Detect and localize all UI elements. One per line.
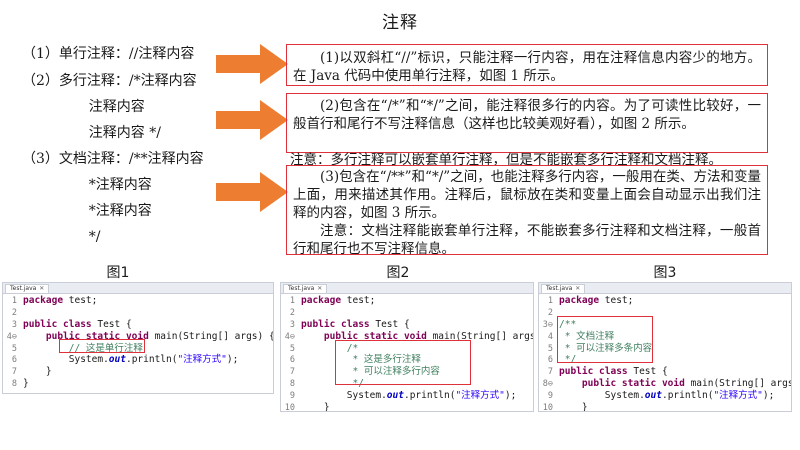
code-token: } bbox=[23, 378, 29, 390]
code-editor-figure-1: Test.java ✕ 1 package test; 2 3 public class … bbox=[2, 282, 274, 394]
code-token: Test { bbox=[91, 318, 132, 330]
code-token: out bbox=[386, 390, 404, 402]
left-line-doc-3: *注释内容 bbox=[22, 203, 152, 219]
close-icon[interactable]: ✕ bbox=[575, 285, 580, 292]
figure-label-2: 图2 bbox=[386, 265, 410, 281]
code-token: System. bbox=[559, 390, 645, 402]
single-line-explanation-box: (1)以双斜杠“//”标识，只能注释一行内容，用在注释信息内容少的地方。在 Ja… bbox=[286, 44, 768, 86]
code-line[interactable]: 3 public class Test { bbox=[3, 319, 273, 331]
code-line[interactable]: 1 package test; bbox=[3, 295, 273, 307]
doc-comment-explanation: (3)包含在“/**”和“*/”之间，也能注释多行内容，一般用在类、方法和变量上… bbox=[293, 169, 761, 221]
code-token: main(String[] args) { bbox=[148, 330, 274, 342]
code-token: "注释方式" bbox=[713, 390, 763, 402]
left-line-single: （1）单行注释：//注释内容 bbox=[22, 46, 195, 62]
multi-line-explanation: (2)包含在“/*”和“*/”之间，能注释很多行的内容。为了可读性比较好，一般首… bbox=[293, 98, 761, 132]
code-token: package bbox=[301, 295, 342, 306]
close-icon[interactable]: ✕ bbox=[317, 285, 322, 292]
code-token: out bbox=[644, 390, 662, 402]
editor-tab[interactable]: Test.java ✕ bbox=[5, 284, 50, 293]
code-line[interactable]: 9 System.out.println("注释方式"); bbox=[539, 390, 791, 402]
code-token: } bbox=[23, 366, 52, 378]
doc-comment-note: 注意：文档注释能嵌套单行注释，不能嵌套多行注释和文档注释，一般首行和尾行也不写注… bbox=[293, 223, 761, 257]
code-line[interactable]: 9 System.out.println("注释方式"); bbox=[281, 390, 533, 402]
code-token: package bbox=[23, 295, 64, 306]
code-line[interactable]: 7 public class Test { bbox=[539, 366, 791, 378]
left-line-multi-2: 注释内容 bbox=[22, 99, 145, 115]
code-token: System. bbox=[301, 390, 387, 402]
code-token: System. bbox=[23, 354, 109, 366]
code-token: ); bbox=[504, 390, 517, 402]
code-token: ); bbox=[762, 390, 775, 402]
code-token: public class bbox=[23, 318, 92, 330]
code-line[interactable]: 6 System.out.println("注释方式"); bbox=[3, 354, 273, 366]
code-line[interactable]: 2 bbox=[3, 307, 273, 319]
code-line[interactable]: 1 package test; bbox=[281, 295, 533, 307]
doc-comment-explanation-box: (3)包含在“/**”和“*/”之间，也能注释多行内容，一般用在类、方法和变量上… bbox=[286, 165, 768, 257]
code-token: Test { bbox=[627, 366, 668, 378]
editor-tab[interactable]: Test.java ✕ bbox=[541, 284, 586, 293]
figure-label-3: 图3 bbox=[653, 265, 677, 281]
code-line[interactable]: 10 } bbox=[539, 402, 791, 412]
code-token: .println( bbox=[125, 354, 178, 366]
code-token: test; bbox=[63, 295, 98, 306]
code-token: Test { bbox=[369, 318, 410, 330]
code-token: public class bbox=[559, 366, 628, 378]
code-editor-figure-2: Test.java ✕ 1 package test; 2 3 public class … bbox=[280, 282, 534, 412]
left-line-doc-4: */ bbox=[22, 229, 101, 245]
line-number: 10 bbox=[284, 403, 295, 412]
code-token: public class bbox=[301, 318, 370, 330]
line-number: 8 bbox=[11, 379, 17, 390]
arrow-right-icon bbox=[216, 100, 288, 140]
code-line[interactable]: 3 public class Test { bbox=[281, 319, 533, 331]
code-line[interactable]: 8⊖ public static void main(String[] args… bbox=[539, 378, 791, 390]
editor-tab[interactable]: Test.java ✕ bbox=[283, 284, 328, 293]
arrow-right-icon bbox=[216, 172, 288, 212]
code-token: "注释方式" bbox=[177, 354, 227, 366]
left-line-doc-2: *注释内容 bbox=[22, 177, 152, 193]
code-token: package bbox=[559, 295, 600, 306]
code-token: "注释方式" bbox=[455, 390, 505, 402]
code-token: } bbox=[559, 402, 588, 412]
left-line-doc-1: （3）文档注释：/**注释内容 bbox=[22, 151, 204, 167]
code-line[interactable]: 2 bbox=[281, 307, 533, 319]
line-number: 10 bbox=[542, 403, 553, 412]
code-token: public static void bbox=[581, 378, 685, 390]
code-editor-figure-3: Test.java ✕ 1 package test; 2 3⊖/** 4 * 文档注释 5… bbox=[538, 282, 792, 412]
highlight-box bbox=[557, 316, 653, 363]
code-line[interactable]: 10 } bbox=[281, 402, 533, 412]
left-line-multi-3: 注释内容 */ bbox=[22, 125, 161, 141]
arrow-right-icon bbox=[216, 44, 288, 84]
code-token: .println( bbox=[661, 390, 714, 402]
code-token: test; bbox=[599, 295, 634, 306]
code-line[interactable]: 8} bbox=[3, 378, 273, 390]
code-line[interactable]: 7 } bbox=[3, 366, 273, 378]
code-token: } bbox=[301, 402, 330, 412]
close-icon[interactable]: ✕ bbox=[39, 285, 44, 292]
watermark: CSDN @阿志的IT信息室 bbox=[668, 430, 790, 443]
figure-label-1: 图1 bbox=[106, 265, 130, 281]
code-token: ); bbox=[226, 354, 239, 366]
multi-line-explanation-box: (2)包含在“/*”和“*/”之间，能注释很多行的内容。为了可读性比较好，一般首… bbox=[286, 93, 768, 153]
page-title: 注释 bbox=[382, 13, 418, 33]
left-line-multi-1: （2）多行注释：/*注释内容 bbox=[22, 73, 197, 89]
code-token: test; bbox=[341, 295, 376, 306]
code-token: main(String[] args) { bbox=[690, 378, 791, 390]
code-token: .println( bbox=[403, 390, 456, 402]
code-line[interactable]: 1 package test; bbox=[539, 295, 791, 307]
single-line-explanation: (1)以双斜杠“//”标识，只能注释一行内容，用在注释信息内容少的地方。在 Ja… bbox=[293, 50, 761, 84]
highlight-box bbox=[335, 340, 471, 385]
highlight-box bbox=[59, 339, 145, 353]
code-token: out bbox=[108, 354, 126, 366]
